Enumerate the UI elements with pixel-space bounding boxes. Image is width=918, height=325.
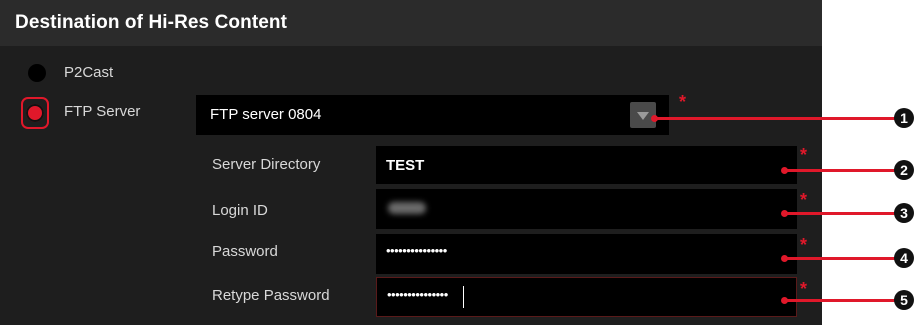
required-marker: * [800, 279, 808, 299]
login-id-input[interactable] [376, 189, 797, 229]
section-title: Destination of Hi-Res Content [15, 12, 288, 33]
callout-line [784, 257, 897, 260]
server-directory-value: TEST [386, 157, 425, 174]
ftp-server-select-value: FTP server 0804 [210, 106, 322, 123]
settings-panel: Destination of Hi-Res Content P2Cast FTP… [0, 0, 822, 325]
retype-password-label: Retype Password [212, 287, 330, 304]
ftp-server-select[interactable]: FTP server 0804 [196, 95, 669, 135]
password-masked-value: ••••••••••••••• [386, 243, 447, 258]
server-directory-label: Server Directory [212, 156, 321, 173]
callout-number: 1 [894, 108, 914, 128]
password-label: Password [212, 243, 278, 260]
callout-line [784, 299, 897, 302]
callout-line [784, 169, 897, 172]
required-marker: * [679, 92, 687, 112]
callout-number: 5 [894, 290, 914, 310]
password-input[interactable]: ••••••••••••••• [376, 234, 797, 274]
radio-ftp-server[interactable] [26, 104, 44, 122]
text-caret [463, 286, 464, 308]
radio-label-p2cast[interactable]: P2Cast [64, 64, 113, 81]
server-directory-input[interactable]: TEST [376, 146, 797, 184]
required-marker: * [800, 190, 808, 210]
blurred-login-value [388, 202, 426, 214]
login-id-label: Login ID [212, 202, 268, 219]
callout-number: 2 [894, 160, 914, 180]
required-marker: * [800, 145, 808, 165]
section-header: Destination of Hi-Res Content [0, 0, 822, 46]
required-marker: * [800, 235, 808, 255]
retype-password-input[interactable]: ••••••••••••••• [376, 277, 797, 317]
callout-number: 4 [894, 248, 914, 268]
callout-number: 3 [894, 203, 914, 223]
callout-line [654, 117, 897, 120]
radio-p2cast[interactable] [28, 64, 46, 82]
callout-line [784, 212, 897, 215]
retype-password-masked-value: ••••••••••••••• [387, 287, 448, 302]
radio-label-ftp-server[interactable]: FTP Server [64, 103, 140, 120]
